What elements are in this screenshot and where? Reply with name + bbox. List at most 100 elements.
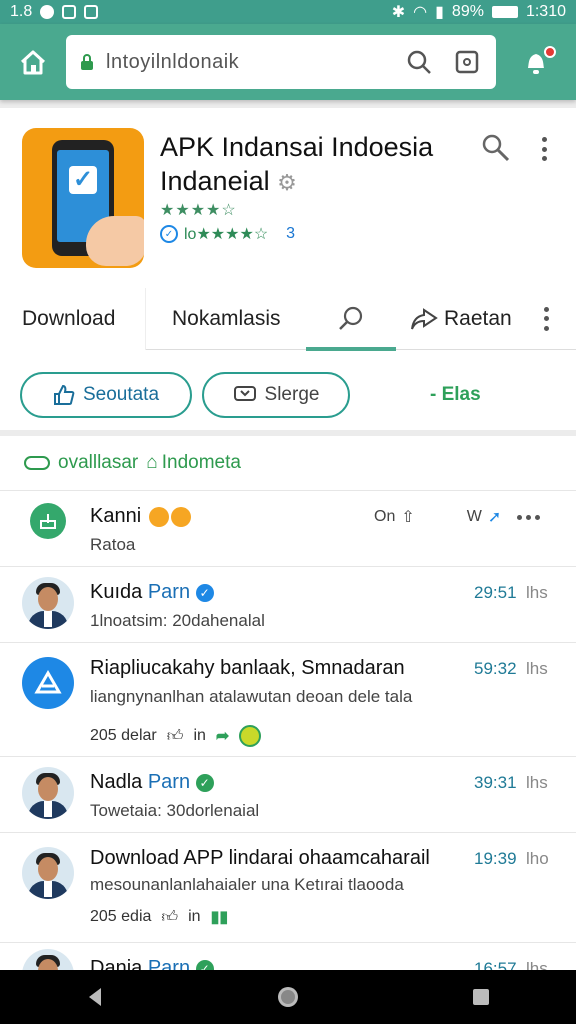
wifi-icon: ◠ <box>413 4 428 21</box>
item-time: 16:57 lhs <box>474 959 548 970</box>
app-logo: ✓ <box>22 128 144 268</box>
search-icon <box>339 306 363 330</box>
item-time: 59:32 lhs <box>474 659 548 678</box>
home-icon <box>20 50 46 75</box>
verified-icon: ✓ <box>195 959 214 970</box>
back-icon[interactable] <box>85 986 105 1008</box>
thumbs-up-icon[interactable]: 👍︎ <box>167 727 184 746</box>
list-item[interactable]: Riapliucakahy banlaak, Smnadaran liangny… <box>0 642 576 756</box>
app-icon <box>84 5 99 19</box>
tab-download[interactable]: Download <box>0 287 146 350</box>
item-subtitle: Towetaia: 30dorlenaial <box>90 801 260 820</box>
comment-feed: ovalllasar ⌂ Indometa Kanni Ratoa On ⇧ W… <box>0 436 576 970</box>
thumbs-up-icon[interactable]: 👍︎ <box>161 908 178 927</box>
search-button[interactable] <box>404 47 434 77</box>
tab-rate[interactable]: Raetan <box>396 288 536 350</box>
tab-rate-label: Raetan <box>444 306 512 330</box>
tab-nokamlasis[interactable]: Nokamlasis <box>146 288 306 350</box>
status-bar: 1.8 ✱ ◠ ▮ 89% 1:310 <box>0 0 576 24</box>
home-button[interactable] <box>0 24 66 100</box>
item-title: Kanni <box>90 505 191 528</box>
badge-icon <box>239 725 262 747</box>
like-button[interactable]: Seoutata <box>20 372 192 418</box>
share-arrow-icon[interactable]: ➚ <box>488 507 501 527</box>
avatar <box>22 767 74 819</box>
item-time: 19:39 lho <box>474 849 549 868</box>
item-subtitle: liangnynanlhan atalawutan deoan dele tal… <box>90 687 413 706</box>
feed-header-label2: Indometa <box>161 452 241 473</box>
notification-icon <box>40 5 55 19</box>
tabs-overflow-icon[interactable] <box>536 304 556 334</box>
action-buttons: Seoutata Slerge - Elas <box>0 364 576 426</box>
browser-toolbar: lntoyilnldonaik <box>0 24 576 100</box>
share-icon <box>411 307 438 329</box>
emoji-icon <box>148 506 169 527</box>
search-icon[interactable] <box>480 132 514 166</box>
system-nav-bar <box>0 970 576 1024</box>
overflow-menu-icon[interactable] <box>534 134 554 164</box>
feed-header-label: ovalllasar <box>58 452 139 473</box>
rating-row: ✓ lo★★★★☆ 3 <box>160 224 295 244</box>
share-button[interactable]: Slerge <box>202 372 350 418</box>
home-outline-icon: ⌂ <box>146 452 158 473</box>
item-title: Kuıda Parn ✓ <box>90 581 214 604</box>
app-title: APK Indansai Indoesia Indaneial ⚙ <box>160 130 470 200</box>
star-rating: ★★★★☆ <box>160 202 237 219</box>
recents-icon[interactable] <box>471 987 491 1007</box>
bluetooth-icon: ✱ <box>391 4 406 21</box>
item-subtitle: mesounanlanlahaialer una Ketırai tlaooda <box>90 875 404 894</box>
list-item[interactable]: Dania Parn ✓ 16:57 lhs <box>0 942 576 970</box>
action-label: On <box>374 508 396 525</box>
list-item[interactable]: Nadla Parn ✓ Towetaia: 30dorlenaial 39:3… <box>0 756 576 832</box>
item-title: Nadla Parn ✓ <box>90 771 214 794</box>
tabs-button[interactable] <box>452 47 482 77</box>
clock: 1:310 <box>525 3 566 20</box>
avatar <box>22 949 74 970</box>
app-title-line1: APK Indansai Indoesia <box>160 132 434 162</box>
item-time: 29:51 lhs <box>474 583 548 602</box>
app-title-line2: Indaneial <box>160 166 270 196</box>
share-arrow-icon[interactable]: ➦ <box>216 726 229 746</box>
item-title: Dania Parn ✓ <box>90 957 214 970</box>
bar-chart-icon: ▮▮ <box>210 909 229 926</box>
verified-icon: ✓ <box>160 225 178 243</box>
avatar <box>22 657 74 709</box>
url-text: lntoyilnldonaik <box>106 50 240 73</box>
notification-badge <box>544 46 556 58</box>
item-overflow-icon[interactable] <box>517 514 541 520</box>
tab-bar: Download Nokamlasis Raetan <box>0 287 576 351</box>
image-icon <box>62 5 77 19</box>
item-meta: 205 edia 👍︎ in ▮▮ <box>90 908 229 927</box>
item-title: Download APP lindarai ohaamcaharail <box>90 847 430 869</box>
avatar <box>22 847 74 899</box>
home-nav-icon[interactable] <box>276 985 300 1009</box>
list-item[interactable]: Kuıda Parn ✓ 1lnoatsim: 20dahenalal 29:5… <box>0 566 576 642</box>
tabs-icon <box>455 50 479 74</box>
checkmark-icon: ✓ <box>69 166 97 194</box>
url-bar[interactable]: lntoyilnldonaik <box>66 35 496 89</box>
thumbs-up-icon <box>53 384 75 405</box>
search-icon <box>407 50 431 74</box>
item-subtitle: 1lnoatsim: 20dahenalal <box>90 611 265 630</box>
lock-icon <box>81 54 93 70</box>
item-subtitle: Ratoa <box>90 535 136 554</box>
action-label: W <box>466 508 482 525</box>
list-item[interactable]: Download APP lindarai ohaamcaharail meso… <box>0 832 576 942</box>
app-card: ✓ APK Indansai Indoesia Indaneial ⚙ ★★★★… <box>0 108 576 430</box>
tab-search[interactable] <box>306 288 396 351</box>
item-meta: 205 delar 👍︎ in ➦ <box>90 725 262 747</box>
chat-icon <box>233 386 256 401</box>
download-icon <box>30 503 66 539</box>
feed-header: ovalllasar ⌂ Indometa <box>0 436 576 490</box>
list-item[interactable]: Kanni Ratoa On ⇧ W ➚ <box>0 490 576 566</box>
verified-icon: ✓ <box>195 773 214 792</box>
rating-text: lo★★★★☆ <box>184 226 269 243</box>
item-time: 39:31 lhs <box>474 773 548 792</box>
more-link[interactable]: - Elas <box>430 384 481 406</box>
rating-count: 3 <box>286 225 296 242</box>
upvote-icon[interactable]: ⇧ <box>401 507 414 527</box>
verified-icon: ✓ <box>195 583 214 602</box>
battery-icon <box>491 6 518 18</box>
notifications-button[interactable] <box>496 24 576 100</box>
signal-icon: ▮ <box>435 4 444 21</box>
